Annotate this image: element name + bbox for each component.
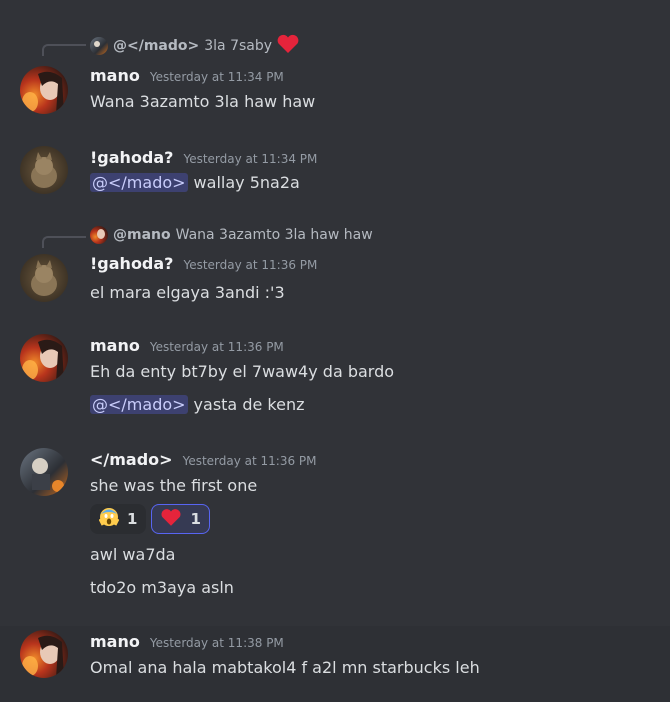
reply-preview[interactable]: @mano Wana 3azamto 3la haw haw [90,226,373,244]
message-text-body: yasta de kenz [193,395,305,414]
message-group[interactable]: mano Yesterday at 11:36 PM Eh da enty bt… [0,326,670,426]
reply-preview[interactable]: @</mado> 3la 7saby [90,34,300,58]
reply-text: 3la 7saby [204,38,273,54]
user-mention[interactable]: @</mado> [90,395,188,414]
avatar[interactable] [20,66,68,114]
author-name[interactable]: !gahoda? [90,148,173,167]
timestamp: Yesterday at 11:34 PM [149,70,284,84]
author-name[interactable]: mano [90,336,140,355]
message-text: tdo2o m3aya asln [90,578,234,597]
reaction-count: 1 [190,510,201,528]
chat-message-list: @</mado> 3la 7saby mano Yesterday at 11:… [0,0,670,702]
avatar[interactable] [20,334,68,382]
author-name[interactable]: mano [90,66,140,85]
reaction-scream[interactable]: 1 [90,504,147,534]
reaction-bar: 1 1 [90,504,210,534]
reply-spine [42,236,86,248]
message-group[interactable]: @</mado> 3la 7saby mano Yesterday at 11:… [0,30,670,122]
message-text-body: wallay 5na2a [193,173,300,192]
user-mention[interactable]: @</mado> [90,173,188,192]
message-text: awl wa7da [90,545,176,564]
heart-icon [276,34,300,58]
reply-spine [42,44,86,56]
message-text: she was the first one [90,476,258,495]
timestamp: Yesterday at 11:36 PM [183,258,318,272]
avatar[interactable] [20,448,68,496]
message-text: Wana 3azamto 3la haw haw [90,92,316,111]
message-group[interactable]: @mano Wana 3azamto 3la haw haw !gahoda? … [0,224,670,310]
message-text: @</mado> wallay 5na2a [90,173,300,192]
reply-text: Wana 3azamto 3la haw haw [175,227,373,243]
message-group[interactable]: mano Yesterday at 11:38 PM Omal ana hala… [0,626,670,702]
message-text: @</mado> yasta de kenz [90,395,304,414]
reaction-heart[interactable]: 1 [151,504,210,534]
avatar[interactable] [20,630,68,678]
timestamp: Yesterday at 11:36 PM [182,454,317,468]
message-text: Eh da enty bt7by el 7waw4y da bardo [90,362,395,381]
timestamp: Yesterday at 11:36 PM [149,340,284,354]
message-text: Omal ana hala mabtakol4 f a2l mn starbuc… [90,658,480,677]
author-name[interactable]: !gahoda? [90,254,173,273]
reply-author[interactable]: @</mado> [113,38,199,54]
timestamp: Yesterday at 11:38 PM [149,636,284,650]
reply-author[interactable]: @mano [113,227,171,243]
scream-emoji-icon [98,507,120,531]
message-text: el mara elgaya 3andi :'3 [90,283,285,302]
reply-avatar [90,226,108,244]
author-name[interactable]: mano [90,632,140,651]
avatar[interactable] [20,254,68,302]
avatar[interactable] [20,146,68,194]
message-group[interactable]: </mado> Yesterday at 11:36 PM she was th… [0,440,670,610]
reply-avatar [90,37,108,55]
timestamp: Yesterday at 11:34 PM [183,152,318,166]
reaction-count: 1 [127,510,138,528]
heart-icon [160,508,182,531]
message-group[interactable]: !gahoda? Yesterday at 11:34 PM @</mado> w… [0,138,670,204]
author-name[interactable]: </mado> [90,450,173,469]
